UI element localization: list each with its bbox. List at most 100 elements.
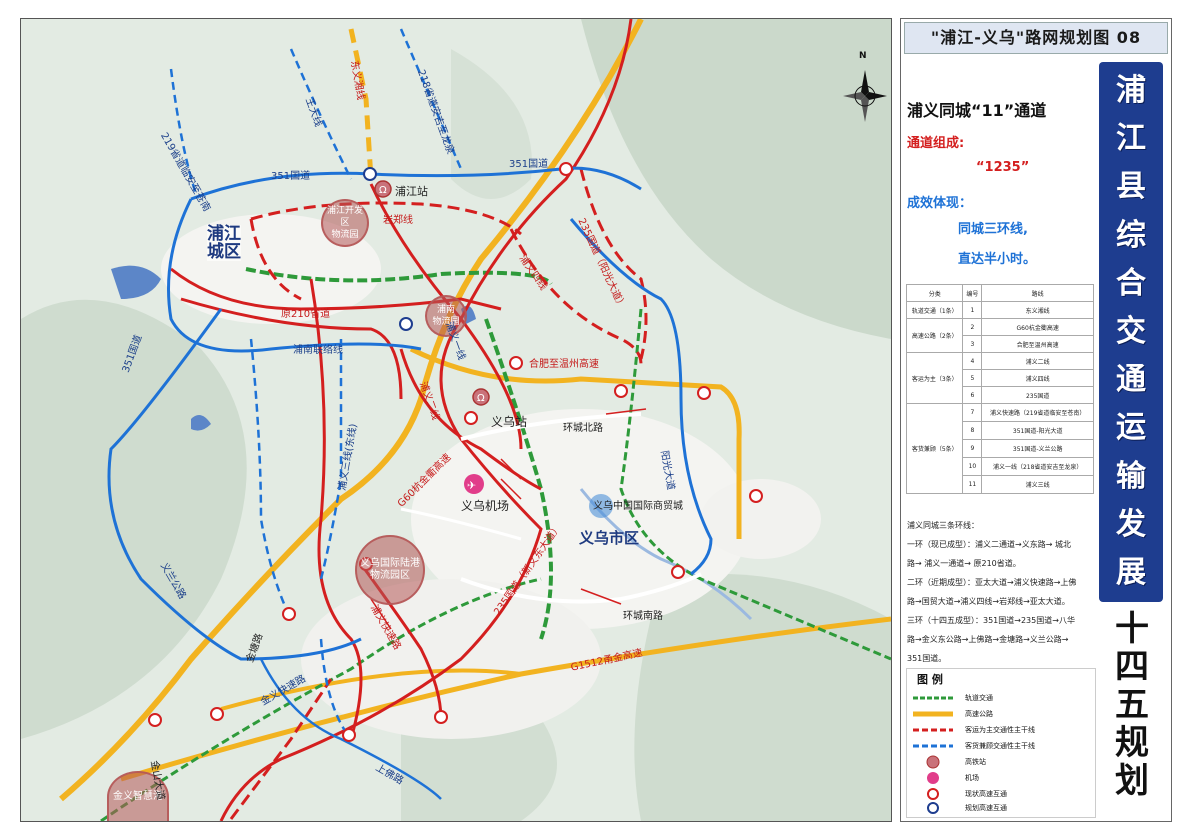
legend-item-passenger: 客运为主交通性主干线 [913,723,1093,737]
route-table: 分类 编号 路线 轨道交通（1条） 1 东义湘线 高速公路（2条） 2 G60杭金衢高速… [905,284,1094,494]
legend-item-mixed: 客货兼顾交通性主干线 [913,739,1093,753]
table-cell: 11 [962,475,983,494]
note-line: 路→金义东公路→上佛路→金塘路→义兰公路→ [907,635,1069,644]
pujiang-dev-logistics-badge: 浦江开发区 物流园 [321,199,369,247]
planned-interchange-icon [913,802,953,814]
table-cell: 351国道-阳光大道 [981,421,1094,440]
airport-icon: ✈ [464,474,484,494]
svg-text:Ω: Ω [379,185,387,196]
mixed-line-icon [913,740,953,752]
table-cell: 浦义一线（218省道安吉至龙泉） [981,457,1094,476]
table-header: 分类 [905,284,964,302]
table-cell: 2 [962,318,983,336]
table-cell: 5 [962,369,983,387]
table-cell: G60杭金衢高速 [981,318,1094,336]
label-huancheng-north: 环城北路 [563,423,603,434]
label-yiwu-city: 义乌市区 [579,529,640,547]
table-cell: 9 [962,439,983,458]
note-line: 路→国贸大道→浦义四线→岩郑线→亚太大道。 [907,597,1070,606]
vertical-title-plan: 十 四 五 规 划 [1104,610,1160,810]
map-sheet: Ω Ω ✈ 浦江开发区 物流园 浦南 物流园 义乌国际陆港 物流园区 金义智慧港… [0,0,1187,838]
legend-label: 规划高速互通 [965,804,1007,812]
passenger-line-icon [913,724,953,736]
table-header: 编号 [962,284,983,302]
table-cell: 客货兼顾（5条） [905,403,964,494]
label-punan-link: 浦南联络线 [293,345,343,356]
label-pujiang-station: 浦江站 [395,185,428,198]
title-char: 五 [1115,685,1149,725]
label-trade-city: 义乌中国国际商贸城 [593,501,683,512]
legend-label: 客运为主交通性主干线 [965,726,1035,734]
table-cell: 3 [962,335,983,353]
legend-item-interchange-existing: 现状高速互通 [913,787,1093,801]
table-header: 路线 [981,284,1094,302]
legend-label: 高速公路 [965,710,993,718]
title-char: 通 [1116,362,1146,398]
title-char: 展 [1116,554,1146,590]
composition-value: “1235” [976,160,1030,175]
label-huancheng-south: 环城南路 [623,611,663,622]
legend-item-highway: 高速公路 [913,707,1093,721]
table-cell: 轨道交通（1条） [905,301,964,319]
table-cell: 8 [962,421,983,440]
table-header-row: 分类 编号 路线 [905,284,1094,302]
yiwu-port-badge: 义乌国际陆港 物流园区 [355,535,425,605]
page-subtitle: 浦义同城“11”通道 [907,101,1047,120]
label-yiwu-airport: 义乌机场 [461,499,510,513]
title-char: 江 [1116,121,1146,157]
note-line: 浦义同城三条环线： [907,521,979,530]
title-char: 浦 [1116,73,1146,108]
legend-item-station: 高铁站 [913,755,1093,769]
existing-interchange-icon [913,788,953,800]
banner-text: "浦江-义乌"路网规划图 08 [930,28,1142,47]
vertical-title: 浦 江 县 综 合 交 通 运 输 发 展 [1099,62,1163,602]
legend-title: 图 例 [917,673,943,686]
effect-line2: 直达半小时。 [958,252,1037,267]
legend-label: 客货兼顾交通性主干线 [965,742,1035,750]
title-char: 划 [1115,761,1149,801]
label-yiwu-station: 义乌站 [491,415,528,429]
title-char: 综 [1116,217,1146,253]
ring-notes: 浦义同城三条环线： 一环（现已成型）：浦义二通道→义东路→ 城北 路→ 浦义一通… [907,516,1097,668]
label-pujiang-city: 浦江 城区 [207,224,241,262]
composition-heading: 通道组成: [907,136,965,151]
table-cell: 合肥至温州高速 [981,335,1094,353]
highway-line-icon [913,708,953,720]
label-yanzheng: 岩郑线 [383,215,413,226]
north-label: N [859,51,867,61]
airport-legend-icon [913,772,953,784]
table-cell: 浦义快速路（219省道临安至苍南） [981,403,1094,422]
compass-icon [839,64,891,124]
title-char: 规 [1115,723,1149,763]
table-cell: 高速公路（2条） [905,318,964,353]
label-g351-top: 351国道 [271,171,311,182]
table-cell: 7 [962,403,983,422]
title-char: 运 [1116,410,1146,446]
legend-label: 高铁站 [965,758,986,766]
table-row: 高速公路（2条） 2 G60杭金衢高速 [905,318,1094,353]
effect-line1: 同城三环线, [958,222,1028,237]
title-char: 交 [1116,313,1146,349]
effect-heading: 成效体现： [907,196,973,211]
table-cell: 浦义四线 [981,369,1094,387]
title-char: 十 [1115,609,1149,649]
table-cell: 4 [962,352,983,370]
title-char: 发 [1116,506,1146,542]
title-char: 县 [1116,169,1146,205]
note-line: 路→ 浦义一通道→ 原210省道。 [907,559,1021,568]
road-network-map[interactable]: Ω Ω ✈ 浦江开发区 物流园 浦南 物流园 义乌国际陆港 物流园区 金义智慧港… [20,18,892,822]
table-cell: 浦义三线 [981,475,1094,494]
label-g351-top2: 351国道 [509,159,549,170]
note-line: 351国道。 [907,654,947,663]
table-cell: 浦义二线 [981,352,1094,370]
table-row: 轨道交通（1条） 1 东义湘线 [905,301,1094,319]
legend-item-rail: 轨道交通 [913,691,1093,705]
label-hz-wz: 合肥至温州高速 [529,359,599,370]
yiwu-station-icon: Ω [472,388,490,406]
legend-label: 现状高速互通 [965,790,1007,798]
note-line: 一环（现已成型）：浦义二通道→义东路→ 城北 [907,540,1071,549]
map-canvas: Ω Ω ✈ [21,19,891,821]
legend-item-airport: 机场 [913,771,1093,785]
table-cell: 10 [962,457,983,476]
table-row: 客运为主（3条） 4 浦义二线 [905,352,1094,404]
